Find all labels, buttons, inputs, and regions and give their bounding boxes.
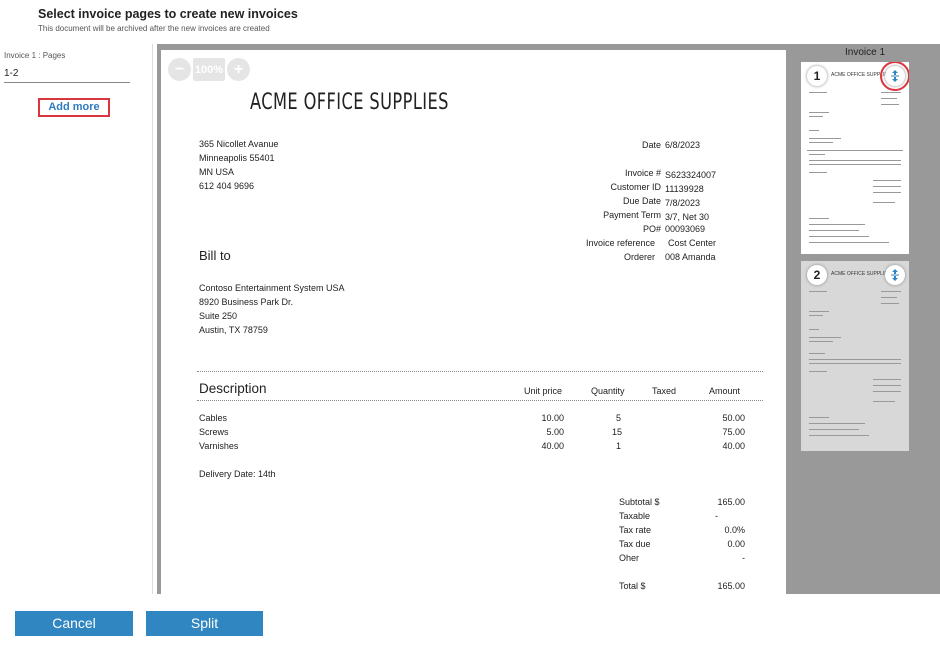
thumbnail-page-number: 1 <box>807 66 827 86</box>
item-amount: 40.00 <box>722 441 745 451</box>
totals-label: Oher <box>619 553 640 563</box>
totals-value: - <box>715 511 718 521</box>
bill-to-line: Austin, TX 78759 <box>199 325 268 335</box>
totals-label: Tax due <box>619 539 651 549</box>
thumbnail-title: ACME OFFICE SUPPLIES <box>831 271 892 277</box>
bill-to-line: Suite 250 <box>199 311 238 321</box>
date-label: Date <box>641 140 661 150</box>
dialog-subtitle: This document will be archived after the… <box>38 24 270 33</box>
split-vertical-icon <box>891 269 899 281</box>
table-divider <box>197 371 763 372</box>
bill-to-line: Contoso Entertainment System USA <box>199 283 345 293</box>
meta-label: Payment Term <box>603 210 661 220</box>
item-description: Cables <box>199 413 228 423</box>
meta-value: S623324007 <box>665 170 717 180</box>
item-amount: 75.00 <box>722 427 745 437</box>
split-here-button[interactable] <box>885 265 905 285</box>
meta-label: PO# <box>642 224 661 234</box>
totals-value: 165.00 <box>717 497 745 507</box>
bill-to-line: 8920 Business Park Dr. <box>199 297 294 307</box>
totals-value: - <box>742 553 745 563</box>
thumbnail-panel: Invoice 1 ACME OFFICE SUPPLIES 1 ACME OF… <box>790 44 940 594</box>
totals-label: Taxable <box>619 511 651 521</box>
unit-price-header: Unit price <box>524 386 563 396</box>
company-name: ACME OFFICE SUPPLIES <box>250 90 449 115</box>
meta-label: Invoice # <box>624 168 661 178</box>
thumbnail-page-number: 2 <box>807 265 827 285</box>
address-line: MN USA <box>199 167 235 177</box>
total-label: Total $ <box>619 581 646 591</box>
item-unit-price: 10.00 <box>541 413 564 423</box>
total-value: 165.00 <box>717 581 745 591</box>
split-here-button[interactable] <box>880 62 909 91</box>
document-viewer[interactable]: − 100% + ACME OFFICE SUPPLIES 365 Nicoll… <box>157 44 790 594</box>
dialog-title: Select invoice pages to create new invoi… <box>38 7 298 21</box>
quantity-header: Quantity <box>591 386 625 396</box>
meta-value: 7/8/2023 <box>665 198 701 208</box>
meta-value: 00093069 <box>665 224 706 234</box>
meta-label: Due Date <box>622 196 661 206</box>
totals-label: Tax rate <box>619 525 652 535</box>
zoom-in-button[interactable]: + <box>227 58 250 81</box>
meta-value: Cost Center <box>668 238 717 248</box>
totals-value: 0.00 <box>727 539 745 549</box>
address-line: 612 404 9696 <box>199 181 255 191</box>
totals-label: Subtotal $ <box>619 497 660 507</box>
item-quantity: 15 <box>612 427 623 437</box>
item-unit-price: 5.00 <box>546 427 564 437</box>
page-thumbnail-2[interactable]: ACME OFFICE SUPPLIES 2 <box>801 261 909 451</box>
item-unit-price: 40.00 <box>541 441 564 451</box>
split-vertical-icon <box>891 70 899 82</box>
zoom-out-button[interactable]: − <box>168 58 191 81</box>
zoom-level: 100% <box>193 58 225 81</box>
address-line: Minneapolis 55401 <box>199 153 275 163</box>
meta-value: 3/7, Net 30 <box>665 212 710 222</box>
split-button[interactable]: Split <box>146 611 263 636</box>
item-quantity: 5 <box>616 413 622 423</box>
item-amount: 50.00 <box>722 413 745 423</box>
taxed-header: Taxed <box>652 386 677 396</box>
address-line: 365 Nicollet Avanue <box>199 139 279 149</box>
amount-header: Amount <box>709 386 741 396</box>
zoom-controls: − 100% + <box>168 58 250 81</box>
thumbnail-title: ACME OFFICE SUPPLIES <box>831 72 892 78</box>
delivery-note: Delivery Date: 14th <box>199 469 276 479</box>
description-header: Description <box>199 381 267 396</box>
item-description: Varnishes <box>199 441 239 451</box>
invoice-page: − 100% + ACME OFFICE SUPPLIES 365 Nicoll… <box>161 50 786 594</box>
pages-field-label: Invoice 1 : Pages <box>4 51 66 60</box>
add-more-button[interactable]: Add more <box>38 98 110 117</box>
page-range-panel: Invoice 1 : Pages Add more <box>0 44 153 594</box>
bill-to-heading: Bill to <box>199 248 231 263</box>
pages-input[interactable] <box>4 64 130 83</box>
meta-value: 11139928 <box>665 184 704 194</box>
thumbnail-panel-title: Invoice 1 <box>844 47 886 58</box>
meta-label: Customer ID <box>610 182 661 192</box>
date-value: 6/8/2023 <box>665 140 701 150</box>
totals-value: 0.0% <box>724 525 745 535</box>
item-quantity: 1 <box>616 441 622 451</box>
page-thumbnail-1[interactable]: ACME OFFICE SUPPLIES 1 <box>801 62 909 254</box>
meta-value: 008 Amanda <box>665 252 716 262</box>
table-divider <box>197 400 763 401</box>
cancel-button[interactable]: Cancel <box>15 611 133 636</box>
item-description: Screws <box>199 427 229 437</box>
meta-label: Orderer <box>623 252 655 262</box>
meta-label: Invoice reference <box>585 238 655 248</box>
